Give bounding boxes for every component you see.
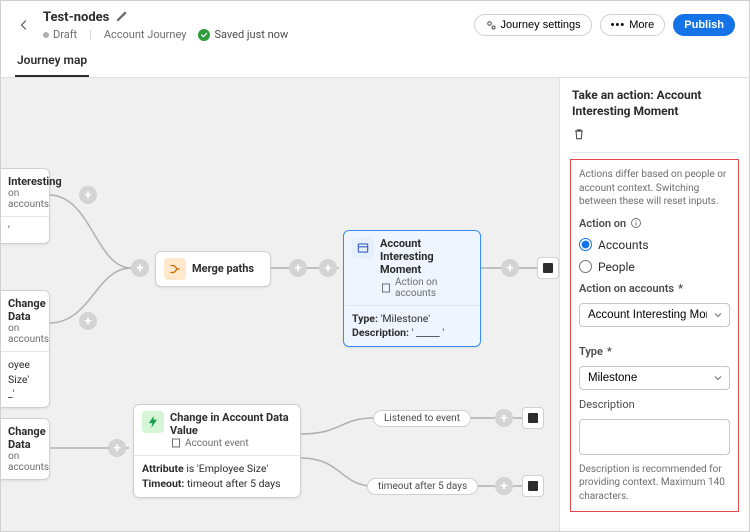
tab-journey-map[interactable]: Journey map bbox=[15, 47, 89, 77]
node-interesting-moment-prev[interactable]: Interestingon accounts ' bbox=[1, 168, 50, 244]
add-node-button[interactable]: + bbox=[108, 439, 126, 457]
workspace: Interestingon accounts ' Change Dataon a… bbox=[1, 78, 749, 531]
app-root: Test-nodes Draft | Account Journey Saved… bbox=[0, 0, 750, 532]
end-node[interactable] bbox=[537, 257, 559, 279]
merge-icon bbox=[164, 258, 186, 280]
ellipsis-icon: ••• bbox=[611, 19, 626, 31]
journey-settings-button[interactable]: Journey settings bbox=[474, 14, 592, 36]
add-node-button[interactable]: + bbox=[495, 409, 513, 427]
more-button[interactable]: ••• More bbox=[600, 14, 666, 36]
branch-label-timeout: timeout after 5 days bbox=[367, 478, 478, 495]
top-buttons: Journey settings ••• More Publish bbox=[474, 14, 735, 36]
journey-type: Account Journey bbox=[104, 28, 187, 41]
add-node-button[interactable]: + bbox=[495, 477, 513, 495]
checkmark-icon bbox=[198, 29, 210, 41]
add-node-button[interactable]: + bbox=[79, 312, 97, 330]
event-icon bbox=[142, 411, 164, 433]
panel-title: Take an action: Account Interesting Mome… bbox=[572, 88, 737, 119]
description-input[interactable] bbox=[579, 419, 730, 455]
journey-title: Test-nodes bbox=[43, 10, 109, 25]
info-icon[interactable] bbox=[630, 217, 642, 229]
action-icon bbox=[352, 237, 374, 259]
tabs: Journey map bbox=[1, 41, 749, 78]
radio-people[interactable]: People bbox=[579, 260, 730, 274]
end-node[interactable] bbox=[522, 407, 544, 429]
type-select[interactable] bbox=[579, 366, 730, 390]
back-button[interactable] bbox=[15, 16, 33, 34]
properties-panel: Take an action: Account Interesting Mome… bbox=[559, 78, 749, 531]
gears-icon bbox=[485, 19, 497, 31]
action-on-accounts-label: Action on accounts * bbox=[579, 282, 730, 295]
meta-row: Draft | Account Journey Saved just now bbox=[43, 28, 464, 41]
title-block: Test-nodes Draft | Account Journey Saved… bbox=[43, 9, 464, 41]
highlighted-section: Actions differ based on people or accoun… bbox=[570, 159, 739, 512]
building-icon bbox=[380, 282, 392, 294]
description-help: Description is recommended for providing… bbox=[579, 463, 730, 504]
action-select[interactable] bbox=[579, 303, 730, 327]
add-node-button[interactable]: + bbox=[131, 259, 149, 277]
pencil-icon bbox=[115, 9, 129, 23]
branch-label-listened: Listened to event bbox=[373, 410, 471, 427]
node-merge-paths[interactable]: Merge paths bbox=[155, 251, 271, 287]
add-node-button[interactable]: + bbox=[289, 259, 307, 277]
node-change-data-1[interactable]: Change Dataon accounts oyee Size'_' bbox=[1, 290, 50, 408]
status-badge: Draft bbox=[43, 28, 77, 41]
node-account-interesting-moment[interactable]: Account Interesting Moment Action on acc… bbox=[343, 230, 481, 347]
canvas[interactable]: Interestingon accounts ' Change Dataon a… bbox=[1, 78, 559, 531]
help-text: Actions differ based on people or accoun… bbox=[579, 168, 730, 209]
edit-title-button[interactable] bbox=[115, 9, 129, 26]
end-node[interactable] bbox=[522, 475, 544, 497]
description-label: Description bbox=[579, 398, 730, 411]
delete-node-button[interactable] bbox=[572, 127, 737, 144]
add-node-button[interactable]: + bbox=[79, 186, 97, 204]
publish-button[interactable]: Publish bbox=[673, 14, 735, 36]
building-icon bbox=[170, 437, 182, 449]
add-node-button[interactable]: + bbox=[319, 259, 337, 277]
arrow-left-icon bbox=[18, 19, 30, 31]
trash-icon bbox=[572, 127, 586, 141]
topbar: Test-nodes Draft | Account Journey Saved… bbox=[1, 1, 749, 41]
add-node-button[interactable]: + bbox=[501, 259, 519, 277]
type-label: Type * bbox=[579, 345, 730, 358]
action-on-label: Action on bbox=[579, 217, 730, 230]
radio-accounts[interactable]: Accounts bbox=[579, 238, 730, 252]
save-status: Saved just now bbox=[198, 28, 288, 41]
node-change-account-data[interactable]: Change in Account Data Value Account eve… bbox=[133, 404, 301, 498]
node-change-data-2[interactable]: Change Dataon accounts bbox=[1, 418, 50, 480]
